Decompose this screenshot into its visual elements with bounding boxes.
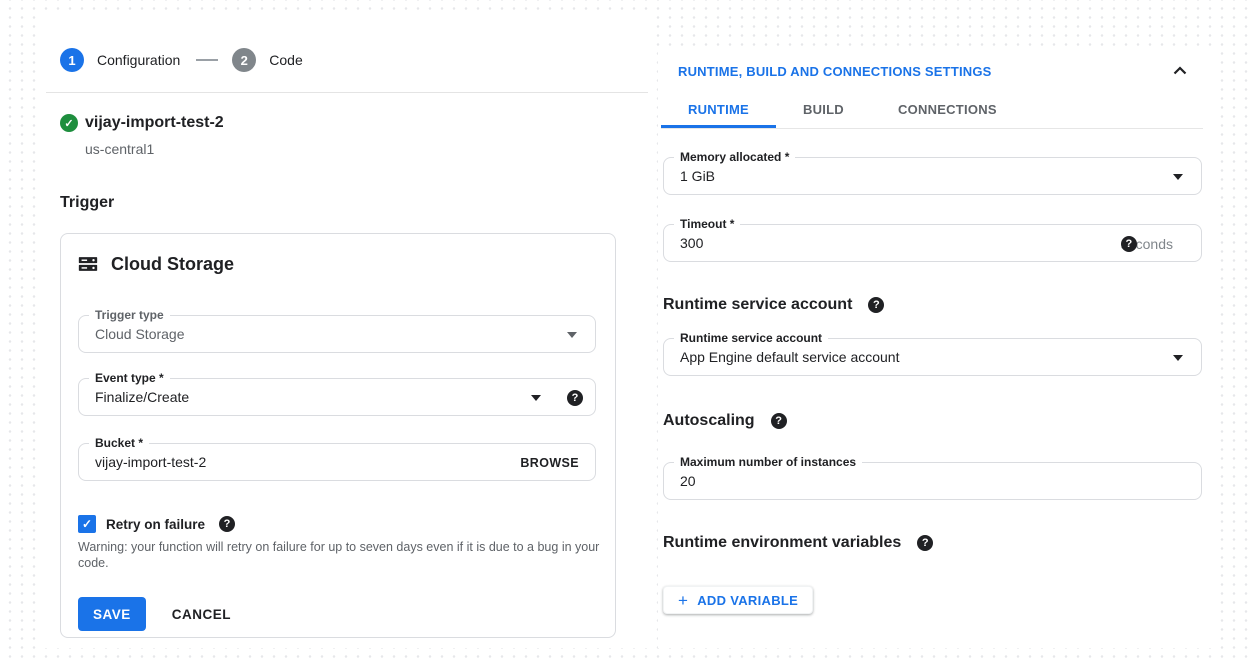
autoscaling-heading: Autoscaling: [663, 412, 755, 430]
max-instances-input[interactable]: [680, 463, 1000, 499]
chevron-down-icon: [567, 332, 577, 338]
tab-runtime[interactable]: RUNTIME: [661, 94, 776, 128]
timeout-input[interactable]: [680, 225, 1000, 261]
chevron-down-icon[interactable]: [1173, 355, 1183, 361]
stepper: 1 Configuration 2 Code: [60, 48, 303, 72]
step-configuration[interactable]: 1 Configuration: [60, 48, 180, 72]
retry-help-icon[interactable]: [219, 516, 235, 532]
function-title-row: vijay-import-test-2: [60, 114, 224, 132]
retry-warning-text: Warning: your function will retry on fai…: [78, 539, 612, 571]
timeout-field: Timeout * seconds: [663, 224, 1202, 262]
retry-checkbox[interactable]: [78, 515, 96, 533]
trigger-card: Cloud Storage Trigger type Cloud Storage…: [60, 233, 616, 638]
trigger-type-value: Cloud Storage: [95, 316, 185, 352]
env-vars-heading-row: Runtime environment variables: [663, 534, 933, 552]
event-type-help-icon[interactable]: [567, 390, 583, 406]
chevron-up-icon[interactable]: [1168, 59, 1192, 83]
step-1-label: Configuration: [97, 52, 180, 68]
max-instances-field: Maximum number of instances: [663, 462, 1202, 500]
trigger-type-select: Trigger type Cloud Storage: [78, 315, 596, 353]
service-account-heading-row: Runtime service account: [663, 296, 884, 314]
service-account-value: App Engine default service account: [680, 339, 899, 375]
retry-row: Retry on failure: [78, 515, 235, 533]
event-type-value: Finalize/Create: [95, 379, 189, 415]
chevron-down-icon[interactable]: [1173, 174, 1183, 180]
timeout-help-icon[interactable]: [1121, 236, 1137, 252]
step-2-label: Code: [269, 52, 302, 68]
stepper-divider: [46, 92, 648, 93]
cancel-button[interactable]: CANCEL: [172, 607, 231, 622]
add-variable-label: ADD VARIABLE: [697, 593, 798, 608]
cloud-storage-icon: [77, 253, 99, 275]
memory-allocated-value: 1 GiB: [680, 158, 715, 194]
step-code[interactable]: 2 Code: [232, 48, 302, 72]
add-variable-button[interactable]: + ADD VARIABLE: [663, 586, 813, 614]
step-2-circle: 2: [232, 48, 256, 72]
bucket-input[interactable]: [95, 444, 415, 480]
env-vars-help-icon[interactable]: [917, 535, 933, 551]
timeout-suffix: seconds: [1121, 225, 1185, 263]
plus-icon: +: [678, 592, 688, 609]
trigger-card-title: Cloud Storage: [111, 254, 234, 275]
tab-build[interactable]: BUILD: [776, 94, 871, 128]
trigger-section-title: Trigger: [60, 194, 114, 212]
service-account-heading: Runtime service account: [663, 296, 852, 314]
settings-expander-header[interactable]: RUNTIME, BUILD AND CONNECTIONS SETTINGS: [678, 64, 992, 79]
autoscaling-help-icon[interactable]: [771, 413, 787, 429]
env-vars-heading: Runtime environment variables: [663, 534, 901, 552]
configuration-panel: 1 Configuration 2 Code vijay-import-test…: [36, 14, 648, 648]
retry-label: Retry on failure: [106, 517, 205, 532]
service-account-help-icon[interactable]: [868, 297, 884, 313]
step-connector: [196, 59, 218, 61]
event-type-select[interactable]: Event type * Finalize/Create: [78, 378, 596, 416]
tab-connections[interactable]: CONNECTIONS: [871, 94, 1024, 128]
step-1-circle: 1: [60, 48, 84, 72]
memory-allocated-select[interactable]: Memory allocated * 1 GiB: [663, 157, 1202, 195]
settings-tabs: RUNTIME BUILD CONNECTIONS: [661, 94, 1203, 129]
success-check-icon: [60, 114, 78, 132]
bucket-field: Bucket * BROWSE: [78, 443, 596, 481]
function-region: us-central1: [85, 141, 154, 157]
function-name: vijay-import-test-2: [85, 114, 224, 132]
trigger-actions: SAVE CANCEL: [78, 597, 231, 631]
trigger-card-title-row: Cloud Storage: [77, 253, 234, 275]
chevron-down-icon[interactable]: [531, 395, 541, 401]
save-button[interactable]: SAVE: [78, 597, 146, 631]
autoscaling-heading-row: Autoscaling: [663, 412, 787, 430]
service-account-select[interactable]: Runtime service account App Engine defau…: [663, 338, 1202, 376]
runtime-settings-panel: RUNTIME, BUILD AND CONNECTIONS SETTINGS …: [658, 46, 1214, 648]
browse-button[interactable]: BROWSE: [520, 444, 579, 482]
